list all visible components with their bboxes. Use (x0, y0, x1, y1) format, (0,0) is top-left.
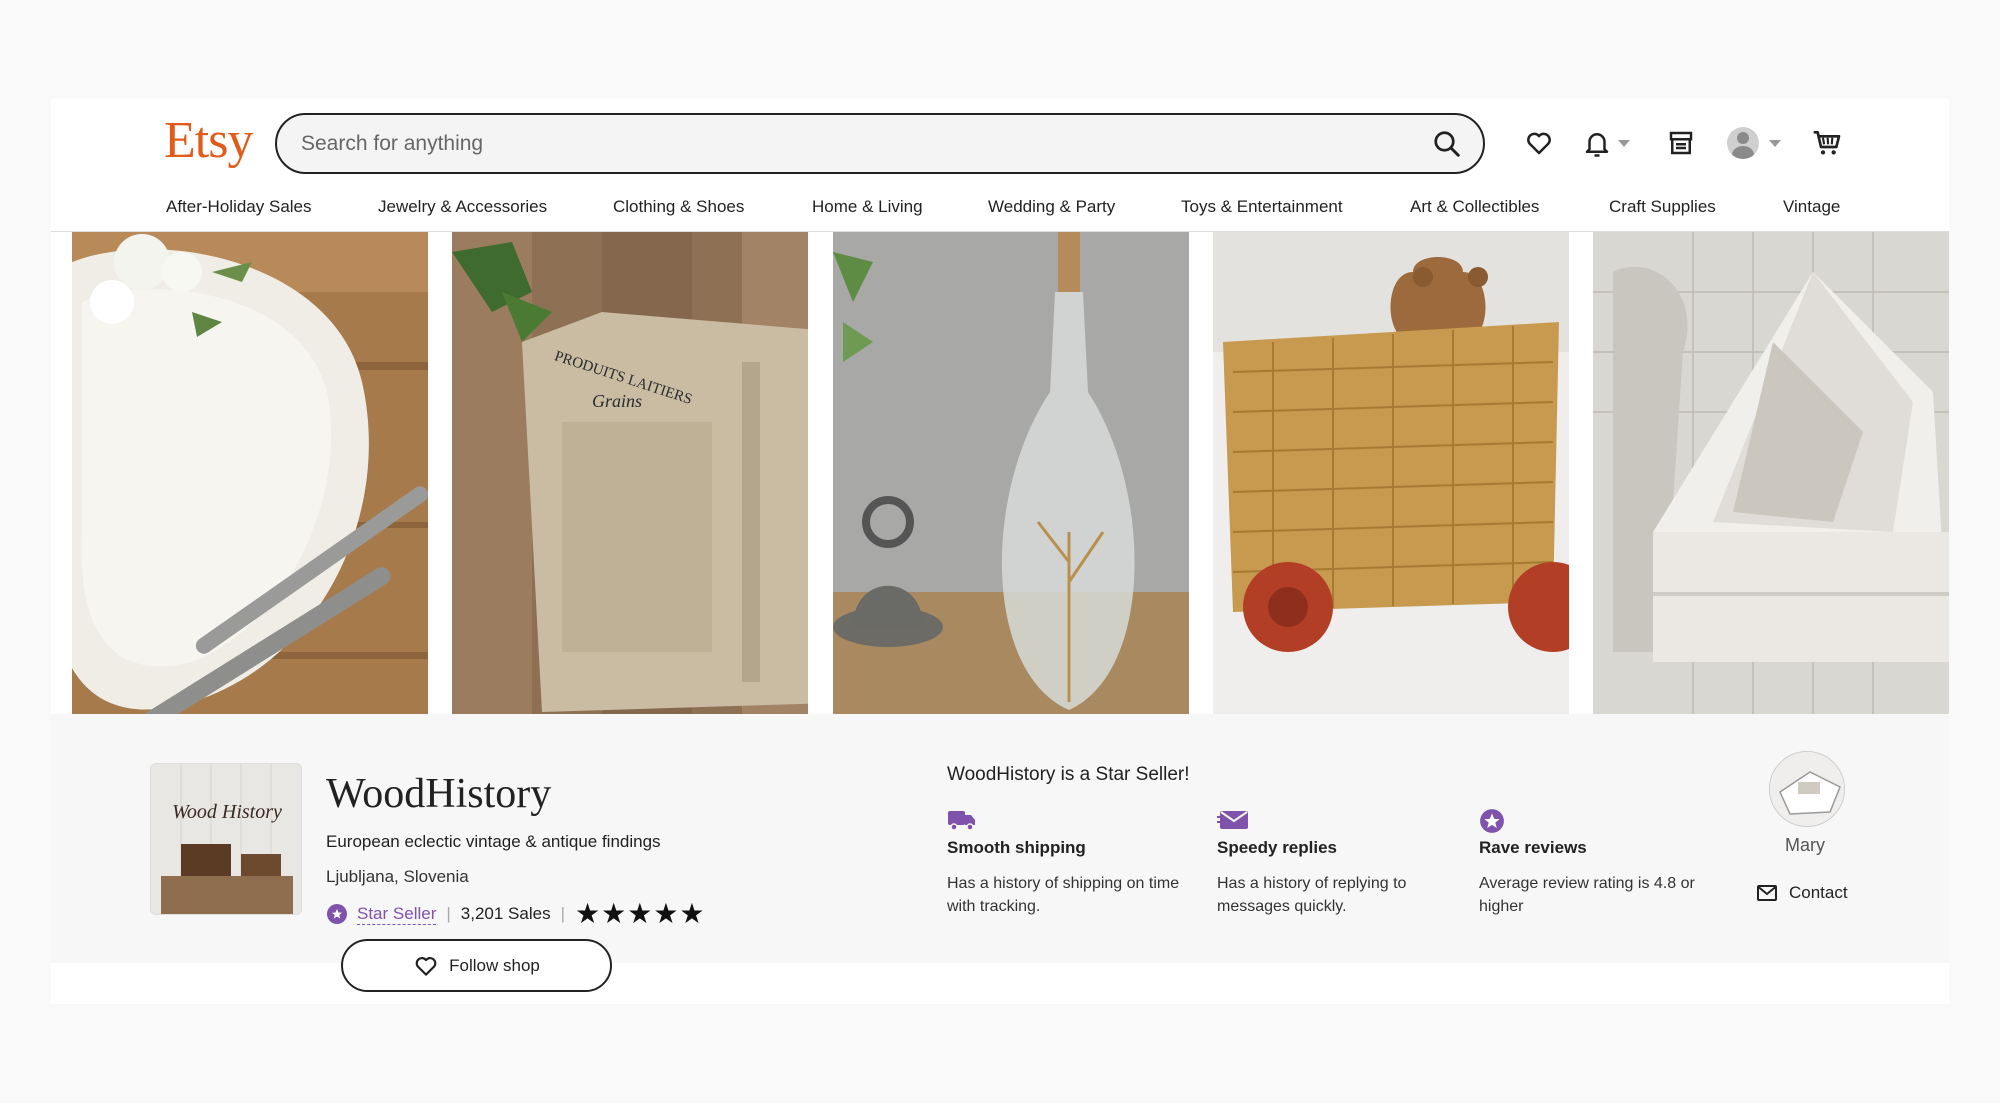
star-seller-item-shipping: Smooth shipping Has a history of shippin… (947, 808, 1187, 918)
search-button[interactable] (1417, 116, 1477, 172)
shop-logo-text: Wood History (172, 801, 282, 823)
heart-icon (415, 956, 437, 976)
banner-image-plate (72, 232, 428, 714)
star-badge-icon (1480, 809, 1504, 833)
banner-image-box (1593, 232, 1949, 714)
shop-name: WoodHistory (326, 771, 552, 817)
shop-stats: Star Seller | 3,201 Sales | ★★★★★ (327, 900, 706, 928)
star-seller-item-replies: Speedy replies Has a history of replying… (1217, 808, 1457, 918)
sack-text-line2: Grains (592, 391, 642, 411)
nav-item-after-holiday-sales[interactable]: After-Holiday Sales (166, 197, 312, 217)
follow-shop-label: Follow shop (449, 955, 540, 975)
owner-name: Mary (1785, 835, 1825, 855)
star-seller-link[interactable]: Star Seller (357, 904, 437, 925)
shop-location: Ljubljana, Slovenia (326, 867, 469, 886)
star-seller-description: Has a history of replying to messages qu… (1217, 875, 1407, 915)
favorites-button[interactable] (1524, 123, 1554, 163)
envelope-icon (1217, 811, 1248, 829)
user-avatar-icon (1727, 127, 1759, 159)
shop-banner: PRODUITS LAITIERS Grains (72, 232, 1949, 714)
account-button[interactable] (1727, 123, 1781, 163)
category-nav: After-Holiday Sales Jewelry & Accessorie… (51, 191, 1949, 231)
chevron-down-icon (1618, 139, 1630, 147)
heart-icon (1527, 132, 1551, 155)
search-bar[interactable] (275, 113, 1485, 174)
nav-item-clothing-shoes[interactable]: Clothing & Shoes (613, 197, 744, 217)
star-seller-heading: Rave reviews (1479, 838, 1587, 857)
sales-count: 3,201 Sales (460, 904, 551, 923)
nav-item-toys-entertainment[interactable]: Toys & Entertainment (1181, 197, 1343, 217)
banner-image-sack: PRODUITS LAITIERS Grains (452, 232, 808, 714)
cart-button[interactable] (1811, 123, 1843, 163)
star-seller-heading: Smooth shipping (947, 838, 1086, 857)
shop-manager-button[interactable] (1666, 123, 1696, 163)
follow-shop-button[interactable]: Follow shop (341, 939, 612, 992)
shop-tagline: European eclectic vintage & antique find… (326, 832, 661, 851)
star-seller-badge-icon (327, 904, 347, 924)
divider: | (446, 904, 451, 923)
star-seller-description: Average review rating is 4.8 or higher (1479, 875, 1695, 915)
page-frame: Etsy After-Holiday Sales Jewelry & Acces… (51, 99, 1949, 1004)
bell-icon (1585, 133, 1609, 157)
rating-stars[interactable]: ★★★★★ (575, 900, 706, 928)
search-icon (1434, 130, 1460, 157)
chevron-down-icon (1769, 139, 1781, 147)
search-input[interactable] (301, 131, 1417, 156)
shop-info-section: Wood History WoodHistory European eclect… (51, 714, 1949, 992)
banner-image-bottle (833, 232, 1189, 714)
envelope-icon (1757, 885, 1777, 901)
shop-logo[interactable]: Wood History (150, 763, 302, 915)
nav-item-vintage[interactable]: Vintage (1783, 197, 1840, 217)
notifications-button[interactable] (1582, 123, 1630, 163)
nav-item-wedding-party[interactable]: Wedding & Party (988, 197, 1115, 217)
star-seller-title: WoodHistory is a Star Seller! (947, 764, 1190, 785)
etsy-logo[interactable]: Etsy (164, 111, 253, 170)
owner-avatar[interactable] (1769, 751, 1845, 827)
contact-label: Contact (1789, 883, 1848, 902)
truck-icon (948, 811, 975, 831)
contact-button[interactable]: Contact (1757, 883, 1848, 903)
shop-icon (1669, 131, 1693, 155)
cart-icon (1813, 131, 1841, 155)
nav-item-art-collectibles[interactable]: Art & Collectibles (1410, 197, 1539, 217)
star-seller-item-reviews: Rave reviews Average review rating is 4.… (1479, 808, 1719, 918)
nav-item-jewelry-accessories[interactable]: Jewelry & Accessories (378, 197, 547, 217)
divider: | (560, 904, 566, 923)
nav-item-home-living[interactable]: Home & Living (812, 197, 923, 217)
nav-item-craft-supplies[interactable]: Craft Supplies (1609, 197, 1716, 217)
star-seller-description: Has a history of shipping on time with t… (947, 875, 1180, 915)
star-seller-heading: Speedy replies (1217, 838, 1338, 857)
banner-image-basket (1213, 232, 1569, 714)
